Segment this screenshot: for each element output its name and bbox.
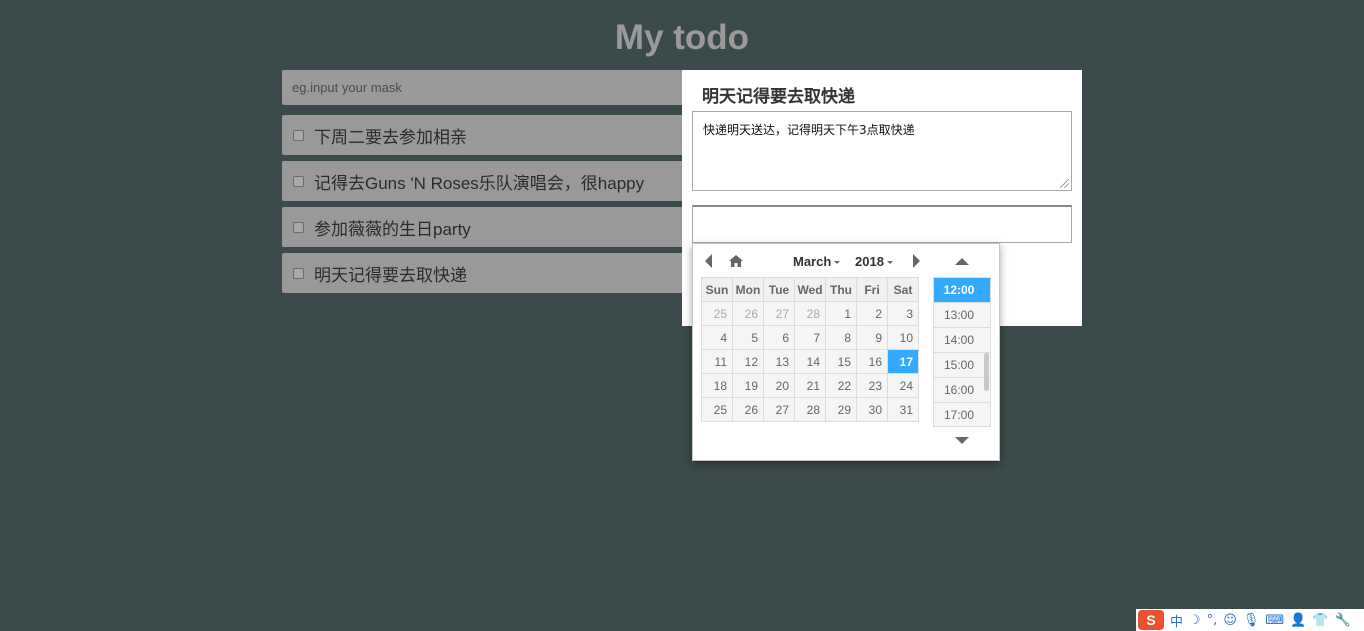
chinese-mode-icon[interactable]: 中 bbox=[1170, 611, 1183, 630]
todo-text: 明天记得要去取快递 bbox=[314, 265, 467, 285]
calendar-day[interactable]: 11 bbox=[701, 349, 733, 374]
calendar-day[interactable]: 27 bbox=[763, 301, 795, 326]
todo-text: 记得去Guns 'N Roses乐队演唱会，很happy bbox=[314, 173, 645, 193]
prev-month-icon[interactable] bbox=[705, 254, 712, 268]
task-detail-title: 明天记得要去取快递 bbox=[702, 87, 855, 106]
month-select[interactable]: March bbox=[793, 254, 841, 269]
time-list: 12:00 13:00 14:00 15:00 16:00 17:00 bbox=[933, 277, 991, 427]
time-option[interactable]: 12:00 bbox=[934, 278, 990, 303]
calendar-day[interactable]: 26 bbox=[732, 397, 764, 422]
calendar-day[interactable]: 22 bbox=[825, 373, 857, 398]
calendar-day[interactable]: 26 bbox=[732, 301, 764, 326]
time-option[interactable]: 15:00 bbox=[934, 353, 990, 378]
calendar-day[interactable]: 20 bbox=[763, 373, 795, 398]
skin-icon[interactable]: 👕 bbox=[1312, 613, 1328, 628]
datetime-input[interactable] bbox=[692, 205, 1072, 243]
calendar-day[interactable]: 27 bbox=[763, 397, 795, 422]
calendar-grid: Sun Mon Tue Wed Thu Fri Sat 25 26 27 28 1 2 3 4 5 6 7 8 9 1… bbox=[701, 277, 919, 422]
calendar-day-selected[interactable]: 17 bbox=[887, 349, 919, 374]
calendar-day[interactable]: 8 bbox=[825, 325, 857, 350]
time-scroll-up-icon[interactable] bbox=[955, 258, 969, 265]
todo-item[interactable]: 记得去Guns 'N Roses乐队演唱会，很happy bbox=[282, 161, 682, 201]
datetime-picker: March 2018 Sun Mon Tue Wed Thu Fri Sat 25 26 27 2… bbox=[692, 243, 1000, 461]
weekday-header: Fri bbox=[856, 277, 888, 302]
year-select[interactable]: 2018 bbox=[855, 254, 893, 269]
time-scrollbar[interactable] bbox=[984, 353, 989, 391]
calendar-day[interactable]: 4 bbox=[701, 325, 733, 350]
calendar-day[interactable]: 5 bbox=[732, 325, 764, 350]
chevron-down-icon bbox=[886, 261, 893, 265]
user-icon[interactable]: 👤 bbox=[1290, 613, 1306, 628]
new-task-input[interactable] bbox=[282, 70, 682, 105]
calendar-day[interactable]: 28 bbox=[794, 397, 826, 422]
weekday-header: Thu bbox=[825, 277, 857, 302]
todo-item[interactable]: 参加薇薇的生日party bbox=[282, 207, 682, 247]
calendar-day[interactable]: 28 bbox=[794, 301, 826, 326]
app-title: My todo bbox=[614, 18, 750, 57]
moon-icon[interactable]: ☽ bbox=[1189, 613, 1201, 628]
weekday-header: Mon bbox=[732, 277, 764, 302]
todo-checkbox[interactable] bbox=[293, 175, 304, 187]
emoji-icon[interactable]: ☺ bbox=[1223, 613, 1237, 628]
calendar-day[interactable]: 24 bbox=[887, 373, 919, 398]
calendar-day[interactable]: 9 bbox=[856, 325, 888, 350]
calendar-day[interactable]: 15 bbox=[825, 349, 857, 374]
weekday-header: Wed bbox=[794, 277, 826, 302]
calendar-day[interactable]: 7 bbox=[794, 325, 826, 350]
punctuation-icon[interactable]: °, bbox=[1207, 613, 1218, 628]
calendar-day[interactable]: 25 bbox=[701, 397, 733, 422]
next-month-icon[interactable] bbox=[913, 254, 920, 268]
weekday-header: Tue bbox=[763, 277, 795, 302]
todo-text: 下周二要去参加相亲 bbox=[314, 127, 467, 147]
calendar-day[interactable]: 14 bbox=[794, 349, 826, 374]
calendar-day[interactable]: 2 bbox=[856, 301, 888, 326]
calendar-day[interactable]: 16 bbox=[856, 349, 888, 374]
calendar-day[interactable]: 30 bbox=[856, 397, 888, 422]
weekday-header: Sat bbox=[887, 277, 919, 302]
calendar-day[interactable]: 1 bbox=[825, 301, 857, 326]
time-option[interactable]: 13:00 bbox=[934, 303, 990, 328]
sogou-logo[interactable]: S bbox=[1138, 610, 1164, 630]
keyboard-icon[interactable]: ⌨ bbox=[1265, 613, 1284, 628]
time-option[interactable]: 17:00 bbox=[934, 403, 990, 426]
todo-list: 下周二要去参加相亲记得去Guns 'N Roses乐队演唱会，很happy 参加薇… bbox=[282, 115, 682, 299]
time-option[interactable]: 14:00 bbox=[934, 328, 990, 353]
calendar-day[interactable]: 3 bbox=[887, 301, 919, 326]
calendar-day[interactable]: 23 bbox=[856, 373, 888, 398]
calendar-day[interactable]: 10 bbox=[887, 325, 919, 350]
todo-checkbox[interactable] bbox=[293, 129, 304, 141]
time-option[interactable]: 16:00 bbox=[934, 378, 990, 403]
settings-icon[interactable]: 🔧 bbox=[1335, 613, 1351, 628]
microphone-icon[interactable]: 🎙 bbox=[1243, 613, 1260, 628]
chevron-down-icon bbox=[834, 261, 841, 265]
weekday-header: Sun bbox=[701, 277, 733, 302]
calendar-day[interactable]: 12 bbox=[732, 349, 764, 374]
todo-text: 参加薇薇的生日party bbox=[314, 219, 471, 239]
calendar-day[interactable]: 21 bbox=[794, 373, 826, 398]
calendar-day[interactable]: 13 bbox=[763, 349, 795, 374]
calendar-day[interactable]: 31 bbox=[887, 397, 919, 422]
calendar-day[interactable]: 18 bbox=[701, 373, 733, 398]
time-scroll-down-icon[interactable] bbox=[955, 437, 969, 444]
calendar-day[interactable]: 6 bbox=[763, 325, 795, 350]
todo-checkbox[interactable] bbox=[293, 267, 304, 279]
task-description-textarea[interactable]: 快递明天送达，记得明天下午3点取快递 bbox=[692, 111, 1072, 191]
ime-toolbar: S 中 ☽ °, ☺ 🎙 ⌨ 👤 👕 🔧 bbox=[1136, 609, 1364, 631]
todo-item[interactable]: 下周二要去参加相亲 bbox=[282, 115, 682, 155]
calendar-day[interactable]: 29 bbox=[825, 397, 857, 422]
resize-grip-icon[interactable] bbox=[1060, 179, 1069, 188]
calendar-day[interactable]: 19 bbox=[732, 373, 764, 398]
todo-item[interactable]: 明天记得要去取快递 bbox=[282, 253, 682, 293]
todo-checkbox[interactable] bbox=[293, 221, 304, 233]
calendar-day[interactable]: 25 bbox=[701, 301, 733, 326]
home-icon[interactable] bbox=[728, 254, 744, 268]
